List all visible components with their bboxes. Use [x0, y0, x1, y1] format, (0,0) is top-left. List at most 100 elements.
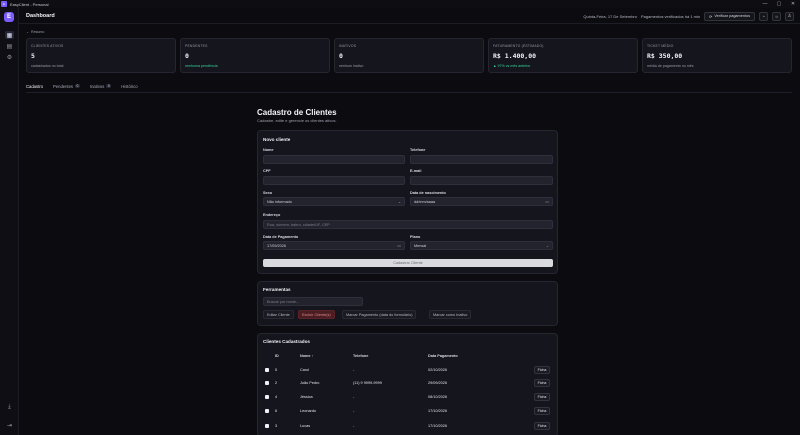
column-header-name[interactable]: Nome ↑ — [300, 354, 314, 358]
email-field[interactable] — [410, 176, 553, 185]
cell-pay-date: 02/10/2026 — [428, 368, 448, 372]
cell-id: 3 — [275, 424, 278, 428]
pay-date-label: Data de Pagamento — [263, 235, 299, 239]
stat-label: CLIENTES ATIVOS — [31, 44, 64, 48]
close-icon[interactable]: ✕ — [786, 0, 800, 8]
calendar-icon[interactable]: ▭ — [397, 243, 401, 248]
cell-phone: - — [353, 409, 355, 413]
stat-value: 0 — [339, 52, 343, 60]
calendar-icon[interactable]: ▭ — [545, 199, 549, 204]
pay-date-field[interactable]: 17/09/2026 ▭ — [263, 241, 405, 250]
view-record-button[interactable]: Ficha — [534, 379, 550, 387]
column-header-id[interactable]: ID — [275, 354, 279, 358]
cell-pay-date: 17/10/2026 — [428, 409, 448, 413]
cpf-field[interactable] — [263, 176, 405, 185]
cell-name: Carol — [300, 368, 310, 372]
brand-logo-icon[interactable]: E — [4, 12, 14, 22]
sex-select[interactable]: Não informado ⌄ — [263, 197, 405, 206]
stat-label: INATIVOS — [339, 44, 357, 48]
search-input[interactable]: Buscar por nome... — [263, 297, 363, 306]
cell-id: 2 — [275, 381, 278, 385]
cell-name: Leonardo — [300, 409, 317, 413]
tab-cadastro[interactable]: Cadastro — [26, 80, 43, 93]
register-client-button[interactable]: Cadastrar Cliente — [263, 259, 553, 267]
panel-title: Novo cliente — [263, 137, 291, 142]
chevron-down-icon: ⌄ — [26, 30, 30, 34]
window-titlebar: E EasyClient - Personal — ▢ ✕ — [0, 0, 800, 8]
table-row[interactable]: 3 Lucas - 17/10/2026 Ficha — [258, 420, 557, 433]
stat-card-revenue: FATURAMENTO (ESTIMADO) R$ 1.400,00 ▲ 97%… — [488, 38, 638, 73]
row-checkbox[interactable] — [265, 381, 269, 385]
settings-icon[interactable]: ⚙ — [5, 53, 14, 61]
phone-field[interactable] — [410, 155, 553, 164]
minimize-icon[interactable]: — — [758, 0, 772, 8]
sun-icon[interactable]: ☼ — [772, 11, 781, 21]
clients-panel: Clientes Cadastrados ID Nome ↑ Telefone … — [257, 333, 558, 435]
view-record-button[interactable]: Ficha — [534, 422, 550, 430]
column-header-pay-date[interactable]: Data Pagamento — [428, 354, 458, 358]
mark-inactive-button[interactable]: Marcar como Inativo — [429, 310, 472, 319]
column-header-phone[interactable]: Telefone — [353, 354, 368, 358]
summary-toggle[interactable]: ⌄ Resumo — [26, 30, 44, 34]
row-checkbox[interactable] — [265, 368, 269, 372]
view-record-button[interactable]: Ficha — [534, 366, 550, 374]
download-icon[interactable]: ⤓ — [5, 403, 14, 411]
birth-date-placeholder: dd/mm/aaaa — [414, 199, 436, 204]
stat-value: R$ 1.400,00 — [493, 52, 537, 60]
view-record-button[interactable]: Ficha — [534, 393, 550, 401]
maximize-icon[interactable]: ▢ — [772, 0, 786, 8]
user-icon[interactable]: ♙ — [785, 11, 794, 21]
bell-icon[interactable]: ◔ — [759, 11, 768, 21]
check-payments-button[interactable]: ⟳ Verificar pagamentos — [704, 11, 755, 21]
stat-card-active: CLIENTES ATIVOS 5 cadastrados no total — [26, 38, 176, 73]
chevron-down-icon: ⌄ — [397, 200, 401, 204]
mark-payment-button[interactable]: Marcar Pagamento (data do formulário) — [342, 310, 417, 319]
table-row[interactable]: 4 Jéssica - 08/10/2026 Ficha — [258, 391, 557, 404]
cell-id: 5 — [275, 368, 278, 372]
plan-select-value: Mensal — [414, 243, 427, 248]
tab-historico[interactable]: Histórico — [121, 80, 137, 92]
top-header: Dashboard Quinta-Feira, 17 De Setembro P… — [19, 8, 800, 24]
cell-phone: - — [353, 424, 355, 428]
row-checkbox[interactable] — [265, 395, 269, 399]
app-logo-icon: E — [1, 1, 7, 7]
tab-pendentes[interactable]: Pendentes 0 — [53, 80, 80, 92]
row-checkbox[interactable] — [265, 424, 269, 428]
window-title: EasyClient - Personal — [10, 1, 49, 7]
sidebar-rail: E ▦ ▤ ⚙ ⤓ ⇥ — [0, 8, 19, 435]
table-row[interactable]: 5 Carol - 02/10/2026 Ficha — [258, 364, 557, 377]
phone-label: Telefone — [410, 148, 426, 152]
table-row[interactable]: 6 Leonardo - 17/10/2026 Ficha — [258, 405, 557, 418]
email-label: E-mail — [410, 169, 422, 173]
logout-icon[interactable]: ⇥ — [5, 421, 14, 429]
name-field[interactable] — [263, 155, 405, 164]
page-title: Cadastro de Clientes — [257, 108, 337, 117]
view-record-button[interactable]: Ficha — [534, 407, 550, 415]
stat-sub: ▲ 97% vs mês anterior — [493, 64, 531, 68]
stat-sub: nenhuma pendência — [185, 64, 218, 68]
edit-client-button[interactable]: Editar Cliente — [263, 310, 294, 319]
page-header-title: Dashboard — [26, 12, 55, 19]
row-checkbox[interactable] — [265, 409, 269, 413]
main-tabs: Cadastro Pendentes 0 Inativos 0 Históric… — [26, 80, 138, 93]
sex-select-value: Não informado — [267, 199, 292, 204]
document-icon[interactable]: ▤ — [5, 42, 14, 50]
header-actions: Quinta-Feira, 17 De Setembro Pagamentos … — [583, 11, 794, 21]
tab-inativos[interactable]: Inativos 0 — [89, 80, 112, 92]
birth-date-field[interactable]: dd/mm/aaaa ▭ — [410, 197, 553, 206]
new-client-panel: Novo cliente Nome Telefone CPF E-mail Se… — [257, 130, 558, 274]
tab-label: Inativos — [89, 83, 105, 89]
tab-count-badge: 0 — [106, 84, 112, 88]
stat-sub: cadastrados no total — [31, 64, 64, 68]
tab-count-badge: 0 — [75, 84, 80, 88]
refresh-icon: ⟳ — [709, 14, 713, 19]
stat-card-pending: PENDENTES 0 nenhuma pendência — [180, 38, 330, 73]
panel-title: Ferramentas — [263, 287, 291, 292]
tools-panel: Ferramentas Buscar por nome... Editar Cl… — [257, 281, 558, 326]
address-field[interactable]: Rua, número, bairro, cidade/UF, CEP — [263, 220, 553, 229]
delete-clients-button[interactable]: Excluir Cliente(s) — [298, 310, 335, 319]
plan-select[interactable]: Mensal ⌄ — [410, 241, 553, 250]
dashboard-icon[interactable]: ▦ — [5, 31, 14, 39]
table-row[interactable]: 2 João Pedro (11) 9 9999-9999 29/09/2026… — [258, 377, 557, 390]
window-controls: — ▢ ✕ — [758, 0, 800, 8]
